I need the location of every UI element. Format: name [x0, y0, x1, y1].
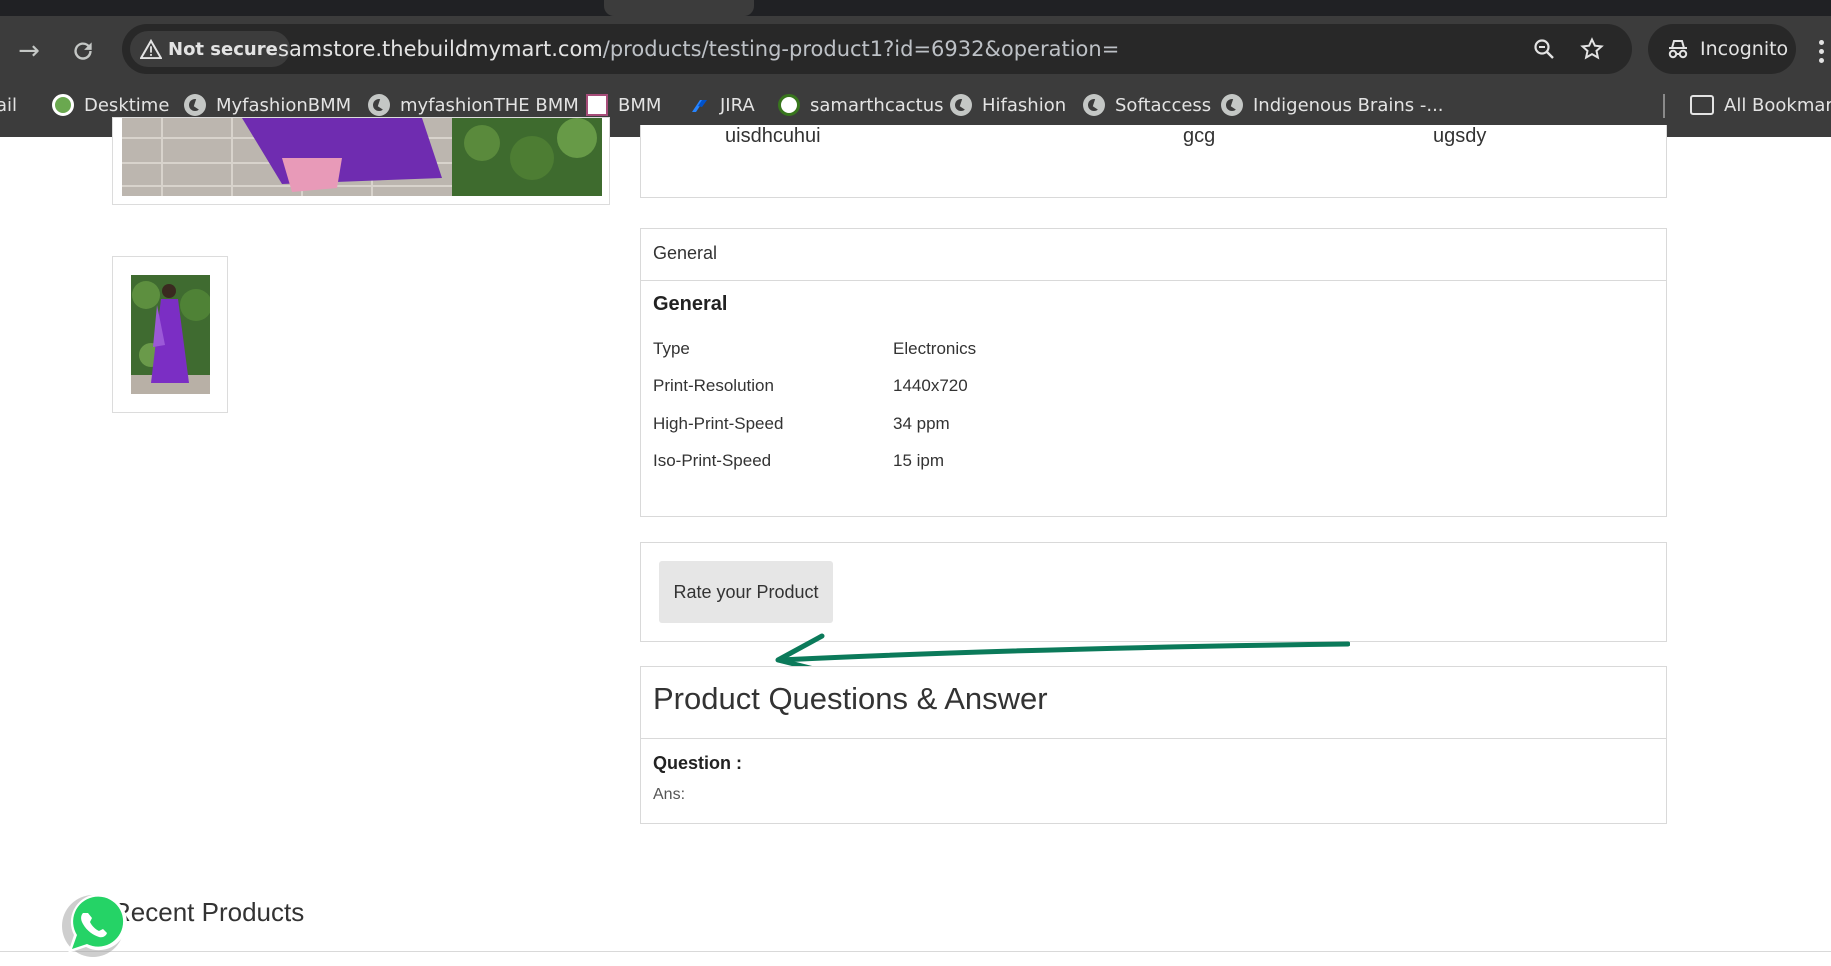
qa-title: Product Questions & Answer [641, 667, 1666, 739]
incognito-label: Incognito [1700, 38, 1789, 60]
spec-key: Iso-Print-Speed [653, 451, 772, 470]
incognito-icon [1668, 40, 1688, 59]
answer-label: Ans: [653, 786, 686, 803]
whatsapp-icon[interactable] [56, 889, 128, 961]
incognito-indicator[interactable]: Incognito [1648, 24, 1796, 74]
zoom-icon[interactable] [1532, 37, 1556, 61]
main-product-image[interactable] [122, 118, 602, 196]
spec-key: Print-Resolution [653, 376, 774, 395]
bookmark-label: JIRA [720, 94, 755, 116]
bookmark-indigenous-brains[interactable]: Indigenous Brains -... [1221, 92, 1444, 118]
spec-value: 15 ipm [893, 451, 945, 470]
spec-value: 1440x720 [893, 376, 968, 395]
table-cell: uisdhcuhui [725, 125, 821, 147]
samarth-icon [778, 94, 800, 116]
main-product-image-frame [112, 117, 610, 205]
spec-value: 34 ppm [893, 414, 950, 433]
desktime-icon [52, 94, 74, 116]
rate-product-button[interactable]: Rate your Product [659, 561, 833, 623]
active-tab[interactable] [604, 0, 754, 16]
bookmark-label: Hifashion [982, 94, 1067, 116]
bookmark-myfashion-the-bmm[interactable]: myfashionTHE BMM [368, 92, 579, 118]
spec-value: Electronics [893, 339, 977, 358]
security-chip[interactable]: Not secure [130, 31, 290, 67]
url-path: /products/testing-product1?id=6932&opera… [602, 37, 1120, 61]
bookmark-label: MyfashionBMM [216, 94, 352, 116]
bookmark-bmm[interactable]: BMM [586, 92, 661, 118]
globe-icon [368, 94, 390, 116]
bookmark-label: myfashionTHE BMM [400, 94, 579, 116]
question-label: Question : [653, 753, 742, 773]
attribute-table-card: uisdhcuhui gcg ugsdy [640, 125, 1667, 198]
spec-key: Type [653, 339, 690, 358]
menu-icon[interactable] [1818, 40, 1826, 70]
bookmark-desktime[interactable]: Desktime [52, 92, 169, 118]
folder-icon [1690, 95, 1714, 115]
globe-icon [184, 94, 206, 116]
spec-key: High-Print-Speed [653, 414, 784, 433]
bookmark-myfashionbmm[interactable]: MyfashionBMM [184, 92, 351, 118]
forward-icon[interactable]: → [12, 34, 46, 68]
bmm-icon [586, 94, 608, 116]
bookmark-hifashion[interactable]: Hifashion [950, 92, 1066, 118]
bookmark-label: BMM [618, 94, 662, 116]
bookmark-jira[interactable]: JIRA [688, 92, 755, 118]
jira-icon [692, 100, 707, 112]
bookmark-softaccess[interactable]: Softaccess [1083, 92, 1211, 118]
warning-icon [140, 39, 162, 59]
qa-card: Product Questions & Answer Question : An… [640, 666, 1667, 824]
address-bar[interactable]: Not secure samstore.thebuildmymart.com/p… [122, 24, 1632, 74]
bookmarks-divider [1663, 94, 1665, 118]
page-content: uisdhcuhui gcg ugsdy General General Typ… [0, 117, 1831, 966]
table-cell: ugsdy [1433, 125, 1487, 147]
tab-strip [0, 0, 1831, 16]
divider [0, 951, 1831, 952]
product-thumbnail-frame [112, 256, 228, 413]
recent-products-title: Recent Products [112, 897, 305, 927]
globe-icon [1221, 94, 1243, 116]
globe-icon [950, 94, 972, 116]
globe-icon [1083, 94, 1105, 116]
bookmark-label: ail [0, 94, 18, 116]
bookmark-label: Softaccess [1115, 94, 1212, 116]
browser-toolbar: → Not secure samstore.thebuildmymart.com… [0, 16, 1831, 84]
bookmark-mail[interactable]: ail [0, 92, 17, 118]
general-card-header: General [641, 229, 1666, 281]
bookmark-samarthcactus[interactable]: samarthcactus [778, 92, 944, 118]
rating-card: Rate your Product [640, 542, 1667, 642]
table-cell: gcg [1183, 125, 1216, 147]
general-section-title: General [653, 293, 728, 315]
general-specs-card: General General Type Electronics Print-R… [640, 228, 1667, 517]
reload-icon[interactable] [66, 34, 100, 68]
all-bookmarks-label: All Bookmarks [1724, 94, 1831, 116]
security-label: Not secure [168, 38, 278, 60]
url-host: samstore.thebuildmymart.com [278, 37, 603, 61]
bookmark-label: Indigenous Brains -... [1253, 94, 1444, 116]
product-thumbnail[interactable] [131, 275, 210, 394]
all-bookmarks[interactable]: All Bookmarks [1690, 92, 1831, 118]
bookmark-label: Desktime [84, 94, 170, 116]
url-text[interactable]: samstore.thebuildmymart.com/products/tes… [278, 24, 1119, 74]
bookmark-star-icon[interactable] [1580, 37, 1604, 61]
bookmark-label: samarthcactus [810, 94, 944, 116]
